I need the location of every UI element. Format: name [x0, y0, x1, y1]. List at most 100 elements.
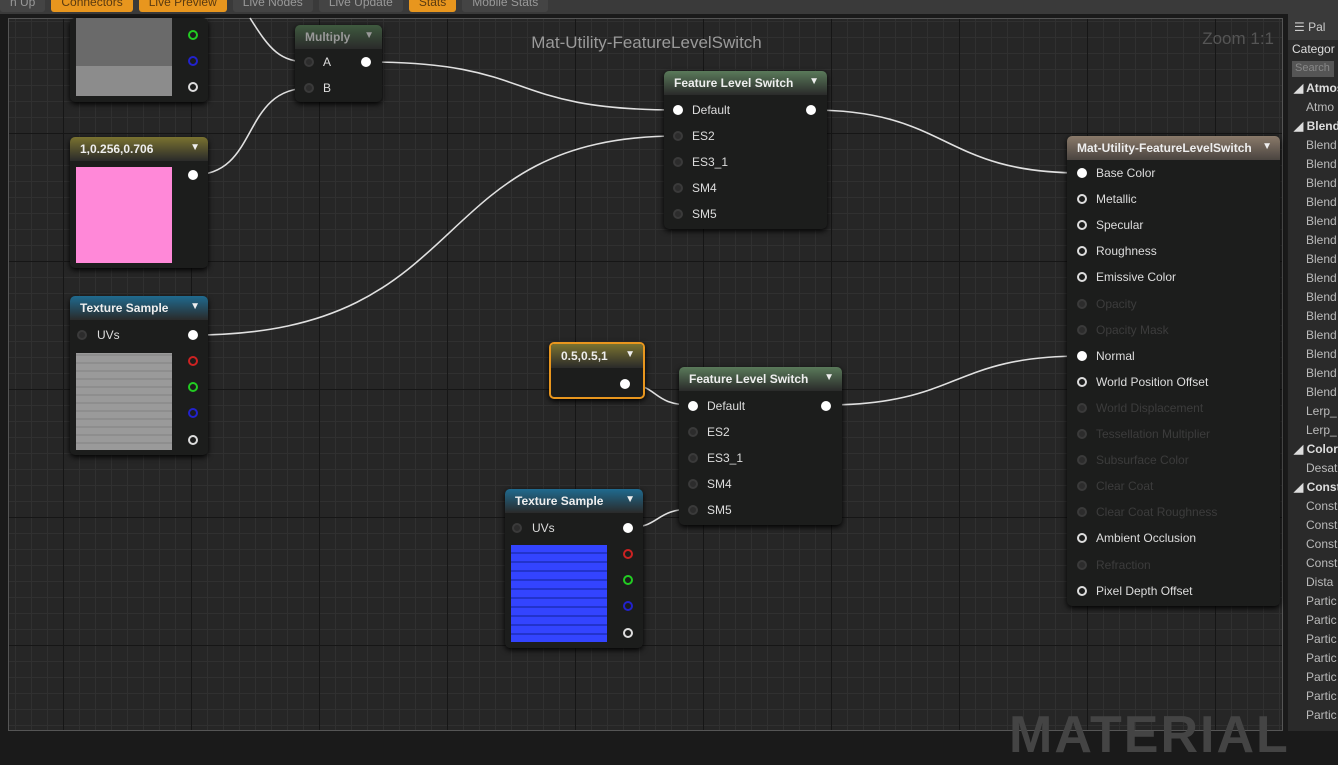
texture-sample-node-partial[interactable] [70, 18, 208, 102]
input-pin-b[interactable] [304, 83, 314, 93]
input-pin-ambient-occlusion[interactable] [1077, 533, 1087, 544]
output-pin[interactable] [821, 401, 831, 411]
palette-item[interactable]: Blend [1288, 231, 1338, 250]
node-header[interactable]: Feature Level Switch ▼ [679, 367, 842, 391]
output-pin-b[interactable] [188, 56, 198, 66]
palette-item[interactable]: Blend [1288, 269, 1338, 288]
input-pin-a[interactable] [304, 57, 314, 67]
texture-sample-node[interactable]: Texture Sample ▼ UVs [70, 296, 208, 455]
input-pin-sm5[interactable] [673, 209, 683, 219]
input-pin-normal[interactable] [1077, 350, 1087, 361]
palette-item[interactable]: Blend [1288, 193, 1338, 212]
palette-item[interactable]: Blend [1288, 212, 1338, 231]
palette-item[interactable]: Blend [1288, 307, 1338, 326]
palette-item[interactable]: Atmo [1288, 98, 1338, 117]
input-pin-metallic[interactable] [1077, 194, 1087, 205]
input-pin-refraction[interactable] [1077, 559, 1087, 570]
palette-item[interactable]: Blend [1288, 383, 1338, 402]
input-pin-roughness[interactable] [1077, 246, 1087, 257]
constant-vector-node[interactable]: 0.5,0.5,1 ▼ [549, 342, 645, 399]
palette-tab[interactable]: ☰ Pal [1288, 14, 1338, 40]
palette-item[interactable]: Blend [1288, 326, 1338, 345]
palette-item[interactable]: Partic [1288, 706, 1338, 725]
palette-item[interactable]: Blend [1288, 345, 1338, 364]
input-pin-sm5[interactable] [688, 505, 698, 515]
palette-item[interactable]: Lerp_ [1288, 421, 1338, 440]
input-pin-clear-coat-roughness[interactable] [1077, 507, 1087, 518]
node-header[interactable]: Texture Sample ▼ [505, 489, 643, 513]
output-r-pin[interactable] [188, 356, 198, 366]
output-pin[interactable] [188, 170, 198, 180]
input-pin-tessellation-multiplier[interactable] [1077, 429, 1087, 439]
texture-sample-node-2[interactable]: Texture Sample ▼ UVs [505, 489, 643, 648]
feature-level-switch-node-2[interactable]: Feature Level Switch ▼ Default ES2 ES3_1 SM4 S… [679, 367, 842, 525]
node-header[interactable]: Texture Sample ▼ [70, 296, 208, 320]
palette-item[interactable]: Dista [1288, 573, 1338, 592]
toolbar-tab-live-update[interactable]: Live Update [318, 0, 403, 12]
palette-category[interactable]: ◢ Atmos [1288, 79, 1338, 98]
output-pin[interactable] [620, 379, 630, 389]
palette-item[interactable]: Partic [1288, 649, 1338, 668]
palette-item[interactable]: Blend [1288, 136, 1338, 155]
palette-item[interactable]: Desat [1288, 459, 1338, 478]
collapse-arrow-icon[interactable]: ▼ [809, 76, 819, 87]
input-pin-es2[interactable] [673, 131, 683, 141]
palette-item[interactable]: Lerp_ [1288, 402, 1338, 421]
palette-item[interactable]: Const [1288, 554, 1338, 573]
input-pin-default[interactable] [673, 105, 683, 115]
input-pin-opacity[interactable] [1077, 298, 1087, 309]
output-a-pin[interactable] [623, 628, 633, 638]
toolbar-tab-connectors[interactable]: Connectors [51, 0, 133, 12]
palette-item[interactable]: Const [1288, 516, 1338, 535]
input-pin-base-color[interactable] [1077, 168, 1087, 178]
input-pin-pixel-depth-offset[interactable] [1077, 585, 1087, 596]
input-pin-es3_1[interactable] [673, 157, 683, 167]
toolbar-tab-stats[interactable]: Stats [408, 0, 457, 12]
feature-level-switch-node[interactable]: Feature Level Switch ▼ Default ES2 ES3_1 SM4 S… [664, 71, 827, 229]
toolbar-tab-n-up[interactable]: n Up [0, 0, 46, 12]
output-pin-g[interactable] [188, 30, 198, 40]
output-g-pin[interactable] [188, 382, 198, 392]
node-header[interactable]: 0.5,0.5,1 ▼ [551, 344, 643, 368]
input-pin-es3_1[interactable] [688, 453, 698, 463]
output-r-pin[interactable] [623, 549, 633, 559]
palette-category[interactable]: ◢ Consta [1288, 478, 1338, 497]
collapse-arrow-icon[interactable]: ▼ [190, 142, 200, 153]
input-pin-es2[interactable] [688, 427, 698, 437]
output-rgb-pin[interactable] [188, 330, 198, 340]
input-pin-world-position-offset[interactable] [1077, 376, 1087, 387]
palette-item[interactable]: Partic [1288, 687, 1338, 706]
node-header[interactable]: Mat-Utility-FeatureLevelSwitch ▼ [1067, 136, 1280, 160]
palette-item[interactable]: Const [1288, 535, 1338, 554]
collapse-arrow-icon[interactable]: ▼ [1262, 141, 1272, 152]
palette-search-input[interactable]: Search [1292, 61, 1334, 77]
palette-item[interactable]: Blend [1288, 364, 1338, 383]
collapse-arrow-icon[interactable]: ▼ [824, 372, 834, 383]
output-pin-a[interactable] [188, 82, 198, 92]
palette-item[interactable]: Const [1288, 497, 1338, 516]
palette-item[interactable]: Partic [1288, 630, 1338, 649]
node-header[interactable]: 1,0.256,0.706 ▼ [70, 137, 208, 161]
output-b-pin[interactable] [188, 408, 198, 418]
input-pin-default[interactable] [688, 401, 698, 411]
collapse-arrow-icon[interactable]: ▼ [625, 494, 635, 505]
palette-item[interactable]: Partic [1288, 668, 1338, 687]
output-g-pin[interactable] [623, 575, 633, 585]
constant-color-node[interactable]: 1,0.256,0.706 ▼ [70, 137, 208, 268]
collapse-arrow-icon[interactable]: ▼ [190, 301, 200, 312]
multiply-node[interactable]: Multiply ▼ A B [295, 25, 382, 102]
output-pin[interactable] [361, 57, 371, 67]
uvs-input-pin[interactable] [77, 330, 87, 340]
output-a-pin[interactable] [188, 435, 198, 445]
input-pin-subsurface-color[interactable] [1077, 455, 1087, 466]
palette-item[interactable]: Blend [1288, 155, 1338, 174]
node-header[interactable]: Multiply ▼ [295, 25, 382, 49]
input-pin-sm4[interactable] [688, 479, 698, 489]
input-pin-sm4[interactable] [673, 183, 683, 193]
collapse-arrow-icon[interactable]: ▼ [625, 349, 635, 360]
material-result-node[interactable]: Mat-Utility-FeatureLevelSwitch ▼ Base Colo… [1067, 136, 1280, 606]
input-pin-opacity-mask[interactable] [1077, 324, 1087, 335]
node-header[interactable]: Feature Level Switch ▼ [664, 71, 827, 95]
input-pin-clear-coat[interactable] [1077, 481, 1087, 492]
toolbar-tab-mobile-stats[interactable]: Mobile Stats [462, 0, 549, 12]
